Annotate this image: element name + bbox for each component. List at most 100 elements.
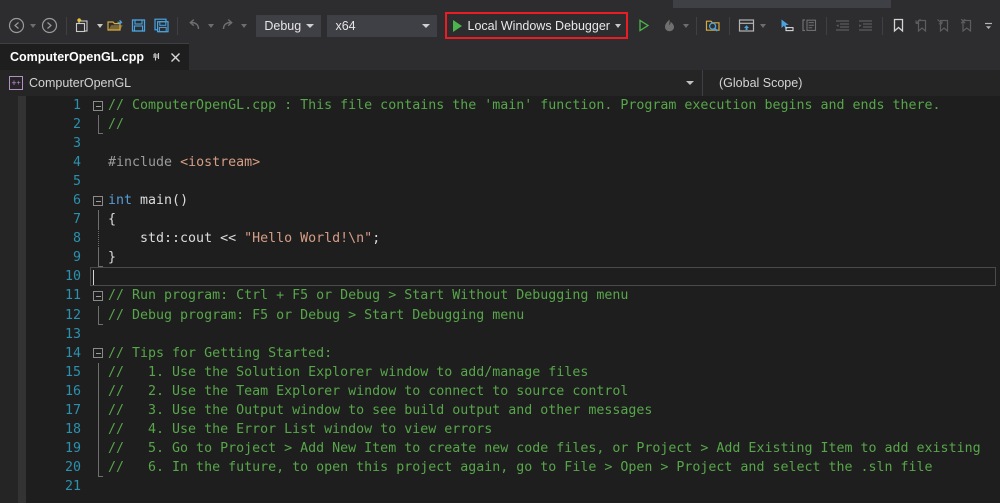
fold-margin-cell[interactable] — [90, 419, 108, 439]
window-layout-icon[interactable] — [735, 14, 758, 38]
fold-margin-cell[interactable] — [90, 248, 108, 268]
hot-reload-icon[interactable] — [658, 14, 681, 38]
code-line[interactable]: 1 // ComputerOpenGL.cpp : This file conta… — [26, 96, 1000, 115]
code-line[interactable]: 20 // 6. In the future, to open this proj… — [26, 457, 1000, 477]
tab-computeropengl-cpp[interactable]: ComputerOpenGL.cpp — [0, 43, 190, 70]
code-line-text: // 3. Use the Output window to see build… — [108, 401, 1000, 420]
fold-margin-cell[interactable] — [90, 477, 108, 496]
indent-icon[interactable] — [854, 14, 877, 38]
fold-margin-cell[interactable] — [90, 267, 108, 286]
find-in-files-icon[interactable] — [702, 14, 725, 38]
save-icon[interactable] — [127, 14, 150, 38]
local-windows-debugger-button[interactable]: Local Windows Debugger — [449, 15, 613, 36]
arrow-left-circle-icon[interactable] — [6, 14, 29, 38]
code-line[interactable]: 8 std::cout << "Hello World!\n"; — [26, 229, 1000, 249]
hot-reload-dropdown-icon[interactable] — [681, 14, 691, 38]
fold-margin-cell[interactable] — [90, 134, 108, 153]
fold-margin-cell[interactable] — [90, 210, 108, 230]
code-line[interactable]: 18 // 4. Use the Error List window to vie… — [26, 419, 1000, 439]
code-line[interactable]: 7{ — [26, 210, 1000, 230]
fold-margin-cell[interactable] — [90, 286, 108, 305]
code-line[interactable]: 9} — [26, 248, 1000, 268]
code-line[interactable]: 12 // Debug program: F5 or Debug > Start … — [26, 305, 1000, 325]
bookmark-icon[interactable] — [887, 14, 910, 38]
chevron-down-icon[interactable] — [419, 15, 433, 37]
new-item-dropdown-icon[interactable] — [94, 14, 104, 38]
code-editor[interactable]: 1 // ComputerOpenGL.cpp : This file conta… — [0, 96, 1000, 503]
code-line[interactable]: 4 #include <iostream> — [26, 153, 1000, 172]
fold-collapse-icon[interactable] — [93, 290, 103, 301]
attach-play-icon[interactable] — [633, 14, 656, 38]
member-scope-combo[interactable]: (Global Scope) — [703, 70, 1000, 96]
comment-selection-icon[interactable] — [798, 14, 821, 38]
bookmark-next-icon[interactable] — [933, 14, 956, 38]
fold-margin-cell[interactable] — [90, 362, 108, 382]
toolbar-separator — [825, 16, 827, 35]
toolbar-overflow-icon[interactable] — [978, 14, 1000, 38]
code-line[interactable]: 11 // Run program: Ctrl + F5 or Debug > S… — [26, 286, 1000, 305]
fold-margin-cell[interactable] — [90, 381, 108, 401]
undo-icon[interactable] — [183, 14, 206, 38]
new-item-icon[interactable] — [72, 14, 95, 38]
code-line[interactable]: 2 // — [26, 115, 1000, 135]
project-scope-combo[interactable]: + + ComputerOpenGL — [0, 70, 702, 96]
code-line[interactable]: 15 // 1. Use the Solution Explorer window… — [26, 362, 1000, 382]
line-number: 7 — [72, 212, 81, 228]
chevron-down-icon[interactable] — [686, 70, 694, 96]
start-debug-dropdown-icon[interactable] — [613, 14, 624, 38]
fold-margin-cell[interactable] — [90, 344, 108, 363]
pin-icon[interactable] — [150, 50, 163, 64]
fold-margin-cell[interactable] — [90, 305, 108, 325]
standard-toolbar: Debug x64 Local Windows Debugger — [0, 9, 1000, 42]
outdent-icon[interactable] — [832, 14, 855, 38]
fold-margin-cell[interactable] — [90, 325, 108, 344]
member-scope-label: (Global Scope) — [719, 76, 803, 90]
code-line[interactable]: 17 // 3. Use the Output window to see bui… — [26, 400, 1000, 420]
undo-dropdown-icon[interactable] — [206, 14, 216, 38]
bookmark-previous-icon[interactable] — [910, 14, 933, 38]
fold-margin-cell[interactable] — [90, 96, 108, 115]
fold-margin-cell[interactable] — [90, 153, 108, 172]
fold-collapse-icon[interactable] — [93, 100, 103, 111]
save-all-icon[interactable] — [150, 14, 173, 38]
solution-configuration-combo[interactable]: Debug — [256, 14, 321, 37]
line-number: 6 — [72, 193, 81, 209]
solution-platform-combo[interactable]: x64 — [327, 14, 438, 37]
fold-collapse-icon[interactable] — [93, 195, 103, 206]
breakpoint-margin[interactable] — [0, 96, 18, 503]
fold-margin-cell[interactable] — [90, 229, 108, 249]
arrow-right-circle-icon[interactable] — [38, 14, 61, 38]
code-line[interactable]: 5 — [26, 172, 1000, 191]
code-token: // 6. In the future, to open this projec… — [108, 459, 933, 475]
code-line[interactable]: 6 int main() — [26, 191, 1000, 210]
line-number: 1 — [72, 98, 81, 114]
close-icon[interactable] — [169, 50, 182, 64]
fold-margin-cell[interactable] — [90, 191, 108, 210]
code-text-area[interactable]: 1 // ComputerOpenGL.cpp : This file conta… — [26, 96, 1000, 503]
cpp-project-icon: + + — [9, 76, 23, 90]
open-file-icon[interactable] — [105, 14, 128, 38]
code-line[interactable]: 16 // 2. Use the Team Explorer window to … — [26, 381, 1000, 401]
code-line[interactable]: 14 // Tips for Getting Started: — [26, 344, 1000, 363]
code-line[interactable]: 3 — [26, 134, 1000, 153]
code-line[interactable]: 10 — [26, 267, 1000, 287]
fold-margin-cell[interactable] — [90, 400, 108, 420]
window-layout-dropdown-icon[interactable] — [758, 14, 768, 38]
line-number: 2 — [72, 117, 81, 133]
toggle-navigation-icon[interactable] — [776, 14, 799, 38]
fold-collapse-icon[interactable] — [93, 348, 103, 359]
redo-icon[interactable] — [216, 14, 239, 38]
code-line[interactable]: 21 — [26, 477, 1000, 496]
code-line[interactable]: 19 // 5. Go to Project > Add New Item to … — [26, 438, 1000, 458]
search-box-sliver[interactable] — [673, 0, 891, 8]
fold-margin-cell[interactable] — [90, 172, 108, 191]
bookmark-clear-icon[interactable] — [955, 14, 978, 38]
redo-dropdown-icon[interactable] — [239, 14, 249, 38]
start-debug-highlight-box: Local Windows Debugger — [444, 12, 628, 39]
navigate-back-dropdown-icon[interactable] — [28, 14, 38, 38]
fold-margin-cell[interactable] — [90, 115, 108, 135]
chevron-down-icon[interactable] — [303, 15, 317, 37]
code-line[interactable]: 13 — [26, 325, 1000, 344]
fold-margin-cell[interactable] — [90, 438, 108, 458]
fold-margin-cell[interactable] — [90, 457, 108, 477]
